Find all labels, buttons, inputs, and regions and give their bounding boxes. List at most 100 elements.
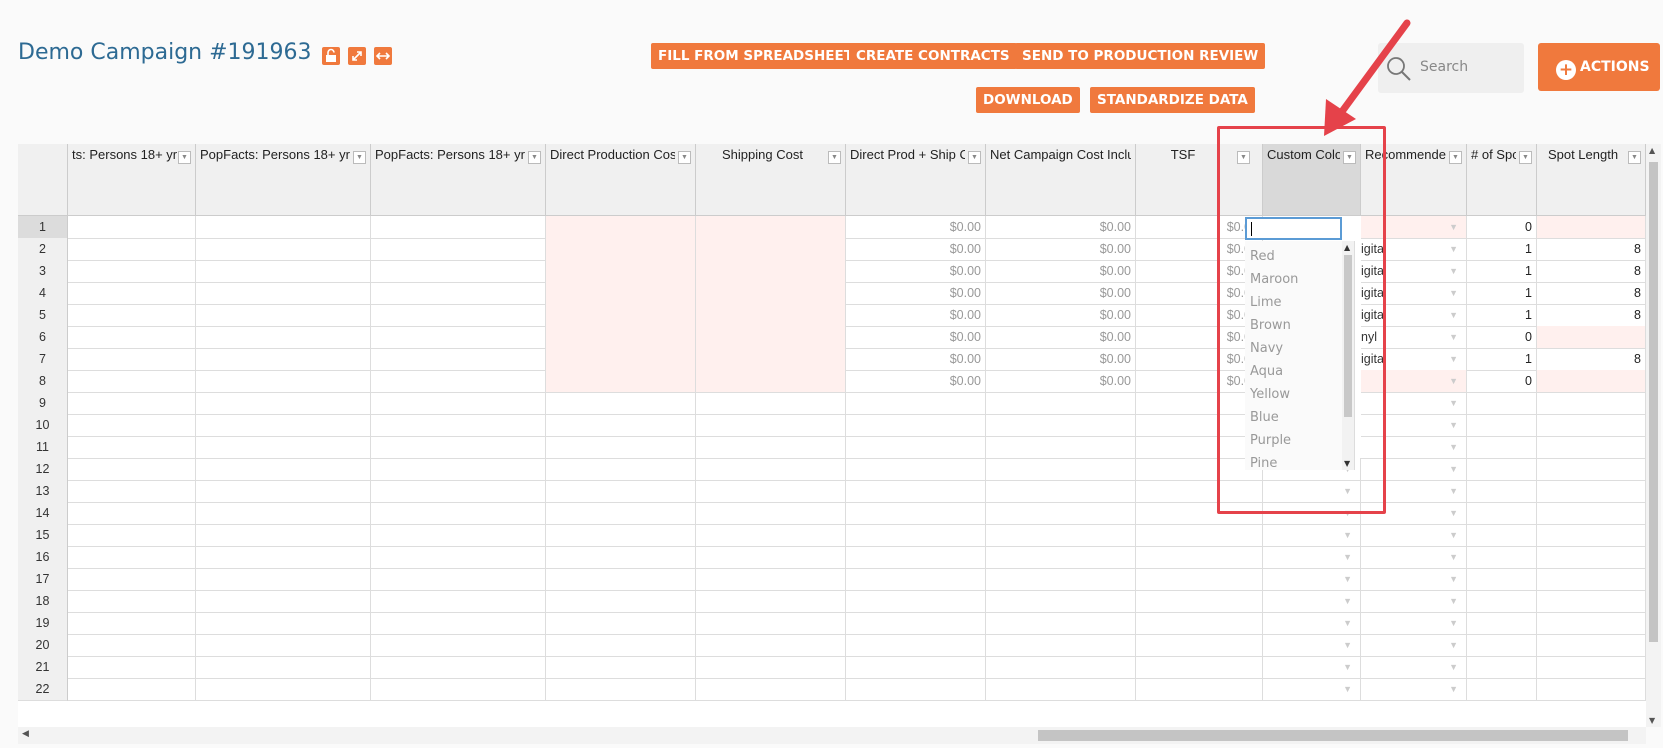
column-filter-icon[interactable]: ▼ bbox=[678, 151, 691, 164]
grid-cell[interactable] bbox=[986, 634, 1136, 657]
row-header[interactable]: 13 bbox=[18, 480, 68, 503]
grid-cell[interactable] bbox=[1537, 524, 1646, 547]
grid-cell[interactable] bbox=[371, 568, 546, 591]
grid-cell[interactable] bbox=[546, 392, 696, 415]
grid-cell[interactable]: ▼ bbox=[1361, 656, 1467, 679]
grid-cell[interactable]: ▼ bbox=[1361, 436, 1467, 459]
cell-dropdown-arrow-icon[interactable]: ▼ bbox=[1449, 612, 1458, 634]
dropdown-option[interactable]: Lime bbox=[1245, 291, 1341, 314]
grid-cell[interactable] bbox=[371, 634, 546, 657]
grid-cell[interactable] bbox=[68, 502, 196, 525]
grid-cell[interactable] bbox=[546, 370, 696, 393]
grid-cell[interactable] bbox=[846, 502, 986, 525]
row-header[interactable]: 11 bbox=[18, 436, 68, 459]
grid-cell[interactable]: ▼ bbox=[1361, 216, 1467, 239]
row-header[interactable]: 3 bbox=[18, 260, 68, 283]
grid-cell[interactable] bbox=[1537, 612, 1646, 635]
grid-cell[interactable] bbox=[696, 634, 846, 657]
grid-cell[interactable]: $0.00 bbox=[1136, 282, 1263, 305]
grid-cell[interactable] bbox=[1136, 502, 1263, 525]
row-header[interactable]: 7 bbox=[18, 348, 68, 371]
grid-cell[interactable] bbox=[846, 414, 986, 437]
grid-cell[interactable] bbox=[546, 326, 696, 349]
grid-cell[interactable] bbox=[846, 568, 986, 591]
grid-cell[interactable]: ▼ bbox=[1361, 568, 1467, 591]
grid-cell[interactable] bbox=[196, 656, 371, 679]
grid-cell[interactable]: 0 bbox=[1467, 370, 1537, 393]
grid-cell[interactable] bbox=[371, 370, 546, 393]
grid-cell[interactable] bbox=[1467, 436, 1537, 459]
grid-cell[interactable]: $0.00 bbox=[846, 216, 986, 239]
grid-cell[interactable] bbox=[546, 546, 696, 569]
dropdown-scrollbar[interactable]: ▲ ▼ bbox=[1342, 241, 1354, 470]
grid-cell[interactable] bbox=[68, 282, 196, 305]
grid-cell[interactable]: $0.00 bbox=[846, 282, 986, 305]
grid-cell[interactable] bbox=[696, 458, 846, 481]
grid-cell[interactable] bbox=[846, 546, 986, 569]
grid-cell[interactable] bbox=[696, 392, 846, 415]
column-filter-icon[interactable]: ▼ bbox=[353, 151, 366, 164]
cell-dropdown-arrow-icon[interactable]: ▼ bbox=[1449, 216, 1458, 238]
cell-dropdown-arrow-icon[interactable]: ▼ bbox=[1449, 414, 1458, 436]
actions-button[interactable]: + ACTIONS bbox=[1538, 43, 1660, 91]
grid-cell[interactable] bbox=[68, 370, 196, 393]
custom-color-editor-input[interactable] bbox=[1245, 217, 1342, 240]
grid-cell[interactable]: $0.00 bbox=[986, 260, 1136, 283]
grid-cell[interactable] bbox=[68, 568, 196, 591]
cell-dropdown-arrow-icon[interactable]: ▼ bbox=[1343, 568, 1352, 590]
grid-cell[interactable]: ▼ bbox=[1361, 634, 1467, 657]
grid-cell[interactable]: $0.00 bbox=[1136, 216, 1263, 239]
column-header-direct-prod-ship-cost[interactable]: Direct Prod + Ship Cost ▼ bbox=[846, 144, 986, 216]
grid-cell[interactable] bbox=[1136, 590, 1263, 613]
grid-cell[interactable] bbox=[371, 348, 546, 371]
column-filter-icon[interactable]: ▼ bbox=[1628, 151, 1641, 164]
grid-cell[interactable] bbox=[846, 392, 986, 415]
grid-cell[interactable] bbox=[371, 436, 546, 459]
send-to-production-review-button[interactable]: SEND TO PRODUCTION REVIEW bbox=[1015, 43, 1266, 69]
grid-cell[interactable] bbox=[1467, 502, 1537, 525]
vertical-scrollbar-thumb[interactable] bbox=[1649, 162, 1658, 642]
horizontal-scrollbar[interactable]: ◀ bbox=[18, 727, 1646, 744]
scroll-down-icon[interactable]: ▼ bbox=[1344, 459, 1350, 468]
column-filter-icon[interactable]: ▼ bbox=[1237, 151, 1250, 164]
row-header[interactable]: 22 bbox=[18, 678, 68, 701]
grid-cell[interactable] bbox=[696, 524, 846, 547]
cell-dropdown-arrow-icon[interactable]: ▼ bbox=[1449, 546, 1458, 568]
cell-dropdown-arrow-icon[interactable]: ▼ bbox=[1449, 326, 1458, 348]
grid-cell[interactable]: igital ▼ bbox=[1361, 304, 1467, 327]
grid-cell[interactable]: ▼ bbox=[1263, 502, 1361, 525]
cell-dropdown-arrow-icon[interactable]: ▼ bbox=[1343, 524, 1352, 546]
dropdown-option[interactable]: Pine bbox=[1245, 452, 1341, 475]
grid-cell[interactable] bbox=[1537, 326, 1646, 349]
row-header[interactable]: 20 bbox=[18, 634, 68, 657]
grid-cell[interactable] bbox=[196, 546, 371, 569]
grid-cell[interactable]: ▼ bbox=[1263, 656, 1361, 679]
grid-cell[interactable] bbox=[986, 568, 1136, 591]
grid-cell[interactable] bbox=[1136, 546, 1263, 569]
search-field[interactable]: Search bbox=[1378, 43, 1524, 93]
grid-cell[interactable] bbox=[1467, 480, 1537, 503]
grid-cell[interactable]: ▼ bbox=[1263, 590, 1361, 613]
dropdown-option[interactable]: Red bbox=[1245, 245, 1341, 268]
grid-cell[interactable]: ▼ bbox=[1361, 458, 1467, 481]
column-header-custom-color[interactable]: Custom Color ▼ bbox=[1263, 144, 1361, 216]
grid-cell[interactable] bbox=[696, 656, 846, 679]
cell-dropdown-arrow-icon[interactable]: ▼ bbox=[1343, 612, 1352, 634]
cell-dropdown-arrow-icon[interactable]: ▼ bbox=[1449, 656, 1458, 678]
grid-cell[interactable] bbox=[196, 590, 371, 613]
grid-cell[interactable]: $0.00 bbox=[1136, 348, 1263, 371]
grid-cell[interactable] bbox=[846, 612, 986, 635]
grid-cell[interactable] bbox=[196, 568, 371, 591]
cell-dropdown-arrow-icon[interactable]: ▼ bbox=[1343, 546, 1352, 568]
grid-cell[interactable] bbox=[1537, 590, 1646, 613]
grid-cell[interactable] bbox=[696, 216, 846, 239]
grid-cell[interactable] bbox=[68, 458, 196, 481]
cell-dropdown-arrow-icon[interactable]: ▼ bbox=[1449, 370, 1458, 392]
grid-cell[interactable] bbox=[696, 326, 846, 349]
grid-cell[interactable]: 8 bbox=[1537, 238, 1646, 261]
grid-cell[interactable] bbox=[846, 656, 986, 679]
vertical-scrollbar[interactable]: ▲ ▼ bbox=[1646, 144, 1661, 727]
column-header-persons-1[interactable]: ts: Persons 18+ yrs 4wl ▼ bbox=[68, 144, 196, 216]
grid-cell[interactable] bbox=[1467, 656, 1537, 679]
grid-cell[interactable] bbox=[196, 480, 371, 503]
